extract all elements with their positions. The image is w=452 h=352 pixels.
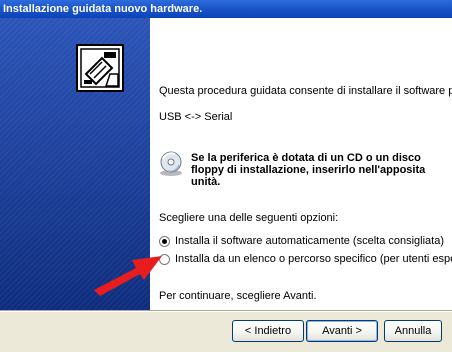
option-specific-location[interactable]: Installa da un elenco o percorso specifi…: [159, 252, 452, 266]
intro-text: Questa procedura guidata consente di ins…: [159, 85, 452, 97]
wizard-window: Installazione guidata nuovo hardware. Qu…: [0, 0, 452, 352]
hardware-card-icon: [76, 44, 124, 92]
next-button[interactable]: Avanti >: [306, 320, 378, 342]
window-title: Installazione guidata nuovo hardware.: [3, 3, 203, 15]
cd-instructions: Se la periferica è dotata di un CD o un …: [191, 152, 426, 188]
wizard-content: Questa procedura guidata consente di ins…: [0, 18, 452, 310]
footer-separator: [0, 310, 452, 312]
device-name: USB <-> Serial: [159, 111, 233, 123]
cd-disc-icon: [160, 151, 182, 176]
wizard-text-area: Questa procedura guidata consente di ins…: [159, 18, 452, 310]
option-automatic-label: Installa il software automaticamente (sc…: [175, 235, 445, 247]
options-label: Scegliere una delle seguenti opzioni:: [159, 212, 339, 224]
title-bar: Installazione guidata nuovo hardware.: [0, 0, 452, 18]
option-specific-location-label: Installa da un elenco o percorso specifi…: [175, 253, 452, 265]
radio-automatic[interactable]: [159, 235, 170, 247]
back-button[interactable]: < Indietro: [232, 320, 304, 342]
continue-hint: Per continuare, scegliere Avanti.: [159, 290, 317, 302]
option-automatic[interactable]: Installa il software automaticamente (sc…: [159, 234, 444, 248]
red-arrow-icon: [94, 256, 162, 296]
cancel-button[interactable]: Annulla: [384, 320, 442, 342]
